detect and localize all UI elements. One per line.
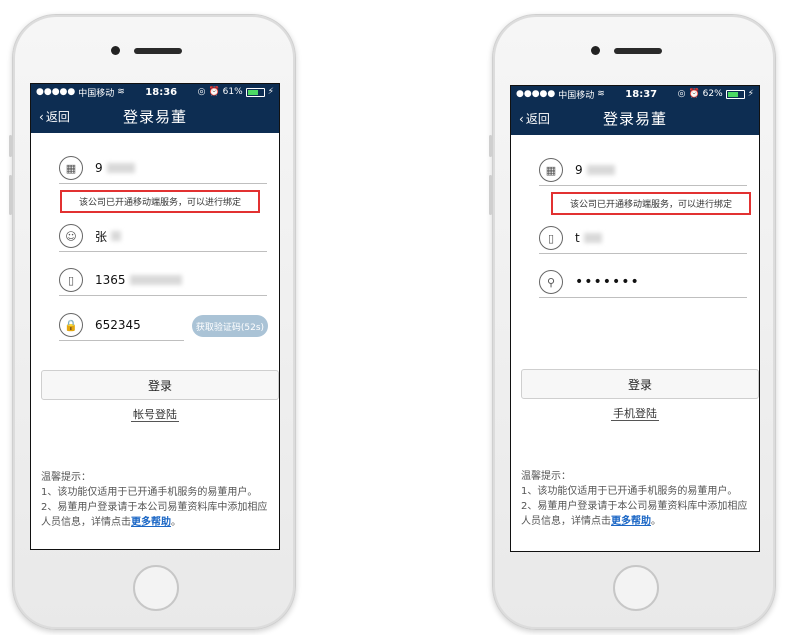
blurred-text [586,165,615,175]
earpiece-speaker [614,48,662,54]
search-icon: ⚲ [539,270,563,294]
nav-bar: ‹ 返回 登录易董 [31,100,279,133]
tips-line-2-end: 。 [171,517,181,528]
earpiece-speaker [134,48,182,54]
building-icon: ▦ [59,156,83,180]
status-bar: ●●●●● 中国移动 ≋ 18:36 ◎ ⏰ 61% ⚡ [31,84,279,100]
building-icon: ▦ [539,158,563,182]
company-field[interactable]: ▦ 9 [539,155,747,186]
tips-title: 温馨提示： [521,471,571,482]
sms-code-value: 652345 [95,318,141,332]
chevron-left-icon: ‹ [39,109,44,124]
charging-icon: ⚡ [747,89,754,99]
account-field[interactable]: ▯ t [539,223,747,254]
status-time: 18:37 [625,88,658,100]
phone-left: ●●●●● 中国移动 ≋ 18:36 ◎ ⏰ 61% ⚡ ‹ 返回 登录易董 ▦ [9,14,296,630]
tips-line-1: 1、该功能仅适用于已开通手机服务的易董用户。 [521,486,738,497]
login-form: ▦ 9 该公司已开通移动端服务，可以进行绑定 ☺ 张 ▯ 1365 🔒 6523… [31,133,279,549]
login-button[interactable]: 登录 [41,370,279,400]
switch-login-mode[interactable]: 手机登陆 [511,405,759,421]
battery-fill [247,89,259,95]
back-label: 返回 [45,110,70,124]
battery-icon [725,89,745,99]
blurred-text [129,275,182,285]
battery-icon [245,87,265,97]
company-value: 9 [575,163,583,177]
lock-rotation-icon: ◎ [197,87,206,97]
tips-line-2: 2、易董用户登录请于本公司易董资料库中添加相应人员信息，详情点击更多帮助。 [521,499,757,529]
chevron-left-icon: ‹ [519,111,524,126]
name-field[interactable]: ☺ 张 [59,221,267,252]
tips-title: 温馨提示： [41,472,91,483]
carrier-label: 中国移动 [78,88,115,99]
tips-line-2: 2、易董用户登录请于本公司易董资料库中添加相应人员信息，详情点击更多帮助。 [41,500,277,530]
lock-rotation-icon: ◎ [677,89,686,99]
carrier-label: 中国移动 [558,90,595,101]
tips-line-2-end: 。 [651,516,661,527]
back-label: 返回 [525,112,550,126]
lock-icon: 🔒 [59,313,83,337]
screen-account-login: ●●●●● 中国移动 ≋ 18:37 ◎ ⏰ 62% ⚡ ‹ 返回 登录易董 ▦ [510,85,760,552]
front-camera [111,46,120,55]
sms-code-field[interactable]: 🔒 652345 [59,310,184,341]
volume-up-button [9,175,12,215]
signal-icon: ●●●●● [36,87,76,97]
bind-hint: 该公司已开通移动端服务，可以进行绑定 [551,192,751,215]
volume-up-button [489,175,492,215]
login-form: ▦ 9 该公司已开通移动端服务，可以进行绑定 ▯ t ⚲ ••••••• 登录 … [511,135,759,551]
wifi-icon: ≋ [117,87,125,97]
password-field[interactable]: ⚲ ••••••• [539,267,747,298]
tips-section: 温馨提示： 1、该功能仅适用于已开通手机服务的易董用户。 2、易董用户登录请于本… [41,470,277,530]
bind-hint: 该公司已开通移动端服务，可以进行绑定 [60,190,260,213]
home-button[interactable] [133,565,179,611]
phone-value: 1365 [95,273,126,287]
phone-right: ●●●●● 中国移动 ≋ 18:37 ◎ ⏰ 62% ⚡ ‹ 返回 登录易董 ▦ [489,14,776,630]
user-icon: ☺ [59,224,83,248]
switch-login-label[interactable]: 帐号登陆 [131,408,179,422]
company-value: 9 [95,161,103,175]
account-value: t [575,231,580,245]
screen-phone-login: ●●●●● 中国移动 ≋ 18:36 ◎ ⏰ 61% ⚡ ‹ 返回 登录易董 ▦ [30,83,280,550]
alarm-icon: ⏰ [688,89,700,99]
signal-icon: ●●●●● [516,89,556,99]
blurred-text [106,163,135,173]
tips-line-1: 1、该功能仅适用于已开通手机服务的易董用户。 [41,487,258,498]
name-value: 张 [95,229,108,244]
switch-login-label[interactable]: 手机登陆 [611,407,659,421]
company-field[interactable]: ▦ 9 [59,153,267,184]
switch-login-mode[interactable]: 帐号登陆 [31,406,279,422]
home-button[interactable] [613,565,659,611]
battery-percent: 61% [222,87,243,97]
get-sms-code-button[interactable]: 获取验证码(52s) [192,315,268,337]
login-button[interactable]: 登录 [521,369,759,399]
blurred-text [583,233,602,243]
status-time: 18:36 [145,86,178,98]
wifi-icon: ≋ [597,89,605,99]
battery-percent: 62% [702,89,723,99]
blurred-text [111,231,122,241]
front-camera [591,46,600,55]
battery-fill [727,91,739,97]
back-button[interactable]: ‹ 返回 [39,108,70,125]
more-help-link[interactable]: 更多帮助 [131,517,171,528]
phone-field[interactable]: ▯ 1365 [59,265,267,296]
password-value: ••••••• [575,274,640,290]
phone-icon: ▯ [539,226,563,250]
back-button[interactable]: ‹ 返回 [519,110,550,127]
phone-icon: ▯ [59,268,83,292]
alarm-icon: ⏰ [208,87,220,97]
page-title: 登录易董 [602,110,667,128]
nav-bar: ‹ 返回 登录易董 [511,102,759,135]
page-title: 登录易董 [122,108,187,126]
tips-section: 温馨提示： 1、该功能仅适用于已开通手机服务的易董用户。 2、易董用户登录请于本… [521,469,757,529]
charging-icon: ⚡ [267,87,274,97]
more-help-link[interactable]: 更多帮助 [611,516,651,527]
mute-switch [489,135,492,157]
status-bar: ●●●●● 中国移动 ≋ 18:37 ◎ ⏰ 62% ⚡ [511,86,759,102]
mute-switch [9,135,12,157]
